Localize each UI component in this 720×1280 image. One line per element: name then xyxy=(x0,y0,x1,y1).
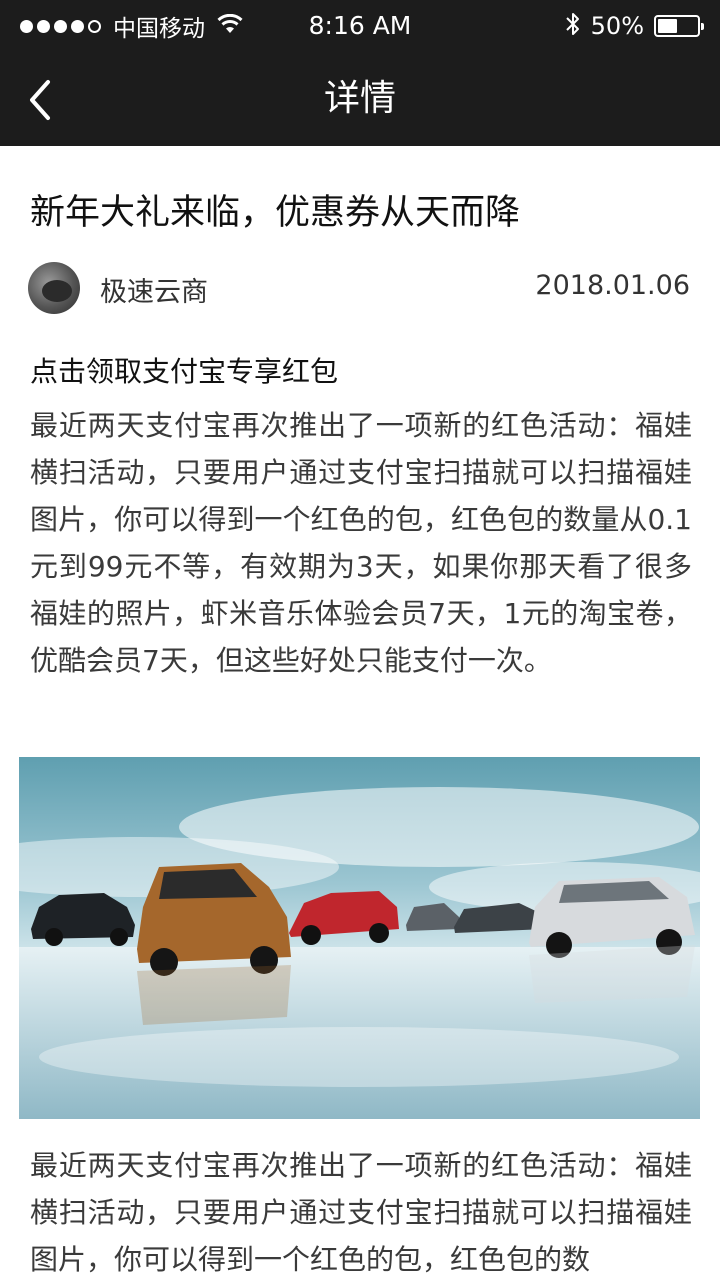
status-bar: 中国移动 8:16 AM 50% xyxy=(0,0,720,52)
avatar-image-detail xyxy=(42,280,72,302)
page-title: 详情 xyxy=(323,78,396,119)
battery-percentage: 50% xyxy=(590,12,644,40)
battery-icon xyxy=(654,15,704,37)
article-paragraph: 最近两天支付宝再次推出了一项新的红色活动：福娃横扫活动，只要用户通过支付宝扫描就… xyxy=(30,1149,692,1276)
status-bar-right: 50% xyxy=(565,0,704,52)
car-lineup-image xyxy=(19,757,700,1119)
battery-fill xyxy=(658,19,677,33)
publish-date: 2018.01.06 xyxy=(535,270,690,301)
bluetooth-icon xyxy=(565,11,581,41)
battery-cap xyxy=(701,23,704,30)
author-name[interactable]: 极速云商 xyxy=(100,270,208,309)
article-title: 新年大礼来临，优惠券从天而降 xyxy=(30,193,521,233)
article-paragraph: 最近两天支付宝再次推出了一项新的红色活动：福娃横扫活动，只要用户通过支付宝扫描就… xyxy=(30,409,692,677)
article-banner-image xyxy=(19,757,700,1119)
author-avatar[interactable] xyxy=(28,262,80,314)
section-heading: 点击领取支付宝专享红包 xyxy=(30,355,339,388)
navigation-bar: 详情 xyxy=(0,52,720,146)
